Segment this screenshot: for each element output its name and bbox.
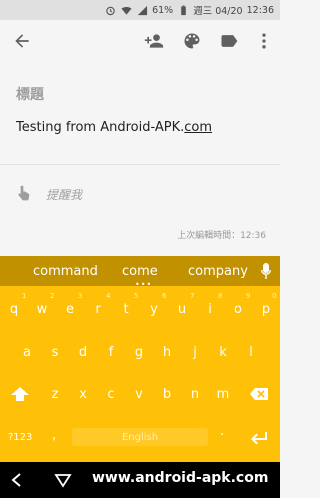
key-b[interactable]: b xyxy=(154,382,180,406)
space-key-label: English xyxy=(121,431,159,443)
key-r[interactable]: r xyxy=(85,297,111,321)
key-s[interactable]: s xyxy=(42,340,68,364)
suggestion-3[interactable]: company xyxy=(188,264,248,279)
key-o[interactable]: o xyxy=(225,297,251,321)
wifi-icon xyxy=(120,4,132,16)
status-date: 週三 04/20 xyxy=(193,6,243,17)
key-w[interactable]: w xyxy=(29,297,55,321)
note-body-field[interactable]: Testing from Android-APK.com xyxy=(16,120,212,135)
key-e[interactable]: e xyxy=(57,297,83,321)
key-l[interactable]: l xyxy=(238,340,264,364)
note-toolbar xyxy=(0,20,280,62)
back-arrow-icon[interactable] xyxy=(10,29,34,53)
key-u[interactable]: u xyxy=(169,297,195,321)
symbols-key[interactable]: ?123 xyxy=(8,432,32,443)
alarm-icon xyxy=(104,4,116,16)
label-icon[interactable] xyxy=(217,29,241,53)
battery-percent: 61% xyxy=(152,4,174,16)
last-edited-label: 上次編輯時間：12:36 xyxy=(177,231,266,241)
key-y[interactable]: y xyxy=(141,297,167,321)
key-a[interactable]: a xyxy=(14,340,40,364)
soft-keyboard: command come company ••• q w e r t y u i… xyxy=(0,256,280,462)
key-hint-1: 1 xyxy=(22,292,27,300)
key-m[interactable]: m xyxy=(210,382,236,406)
note-editor: 標題 Testing from Android-APK.com 提醒我 上次編輯… xyxy=(0,62,280,256)
note-title-field[interactable]: 標題 xyxy=(16,84,44,104)
status-time: 12:36 xyxy=(246,4,274,16)
watermark-text: www.android-apk.com xyxy=(92,470,269,486)
key-j[interactable]: j xyxy=(182,340,208,364)
back-triangle-icon[interactable] xyxy=(8,471,26,489)
nav-back-icon[interactable] xyxy=(54,471,72,489)
key-hint-0: 0 xyxy=(272,292,277,300)
pointer-hand-icon[interactable] xyxy=(16,184,32,202)
key-z[interactable]: z xyxy=(42,382,68,406)
key-hint-2: 2 xyxy=(50,292,55,300)
note-body-underlined: com xyxy=(184,120,213,135)
key-hint-5: 5 xyxy=(134,292,139,300)
suggestion-1[interactable]: command xyxy=(33,264,98,279)
key-t[interactable]: t xyxy=(113,297,139,321)
enter-icon[interactable] xyxy=(246,425,272,449)
suggestion-bar: command come company ••• xyxy=(0,256,280,289)
key-n[interactable]: n xyxy=(182,382,208,406)
shift-icon[interactable] xyxy=(7,382,33,406)
battery-icon xyxy=(177,4,189,16)
key-hint-6: 6 xyxy=(162,292,167,300)
key-f[interactable]: f xyxy=(98,340,124,364)
key-q[interactable]: q xyxy=(1,297,27,321)
add-person-icon[interactable] xyxy=(142,29,166,53)
mic-icon[interactable] xyxy=(260,263,272,279)
note-body-text: Testing from Android-APK. xyxy=(16,120,185,135)
key-k[interactable]: k xyxy=(210,340,236,364)
key-hint-9: 9 xyxy=(246,292,251,300)
key-c[interactable]: c xyxy=(98,382,124,406)
more-suggestions-dots[interactable]: ••• xyxy=(135,280,152,289)
key-hint-7: 7 xyxy=(190,292,195,300)
key-i[interactable]: i xyxy=(197,297,223,321)
palette-icon[interactable] xyxy=(180,29,204,53)
space-key[interactable]: English xyxy=(72,428,208,446)
signal-icon xyxy=(136,4,148,16)
key-g[interactable]: g xyxy=(126,340,152,364)
remind-me-field[interactable]: 提醒我 xyxy=(46,186,82,203)
divider xyxy=(0,164,280,165)
suggestion-2[interactable]: come xyxy=(122,264,158,279)
status-bar: 61% 週三 04/20 12:36 xyxy=(0,0,280,20)
navigation-bar: www.android-apk.com xyxy=(0,462,280,498)
period-key[interactable]: . xyxy=(220,424,224,439)
key-h[interactable]: h xyxy=(154,340,180,364)
key-hint-3: 3 xyxy=(78,292,83,300)
key-hint-8: 8 xyxy=(218,292,223,300)
key-v[interactable]: v xyxy=(126,382,152,406)
comma-key[interactable]: , xyxy=(52,428,56,443)
key-d[interactable]: d xyxy=(70,340,96,364)
key-hint-4: 4 xyxy=(106,292,111,300)
backspace-icon[interactable] xyxy=(246,382,272,406)
more-vert-icon[interactable] xyxy=(252,29,276,53)
key-p[interactable]: p xyxy=(253,297,279,321)
key-x[interactable]: x xyxy=(70,382,96,406)
